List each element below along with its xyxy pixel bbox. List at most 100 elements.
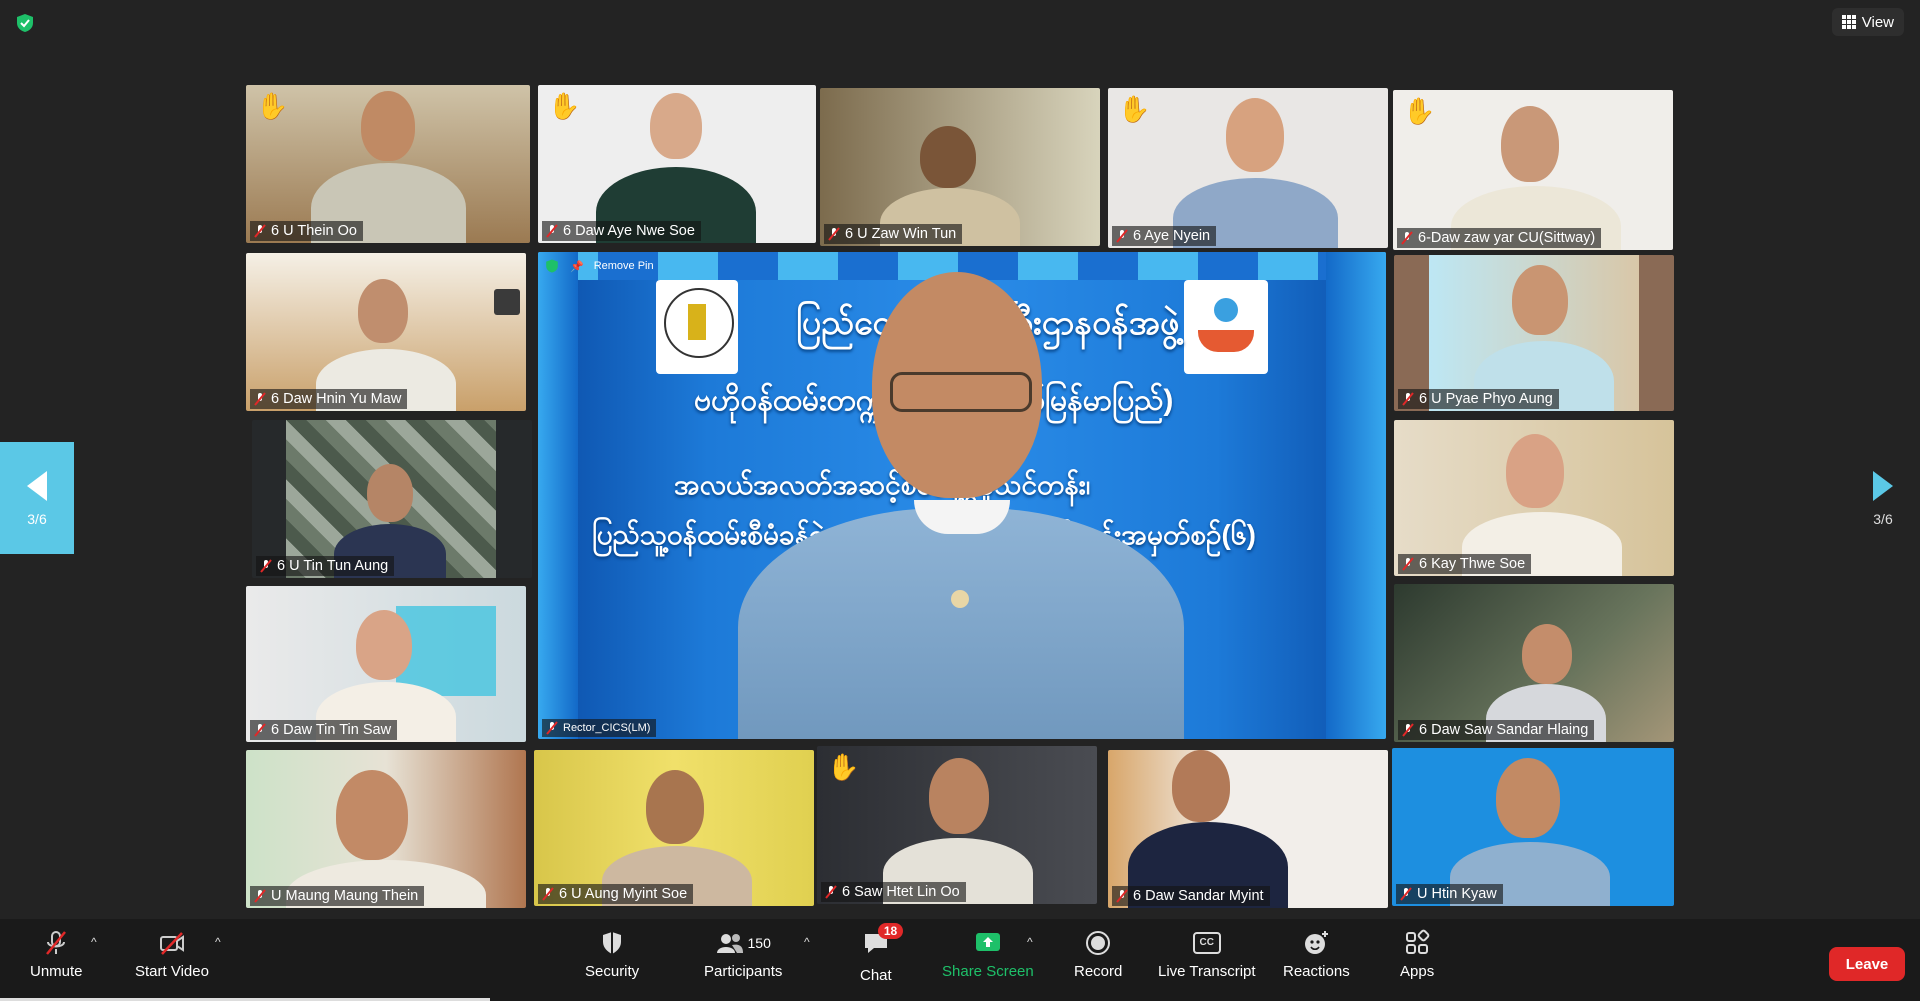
participant-name-tag: 6 Daw Saw Sandar Hlaing [1398,720,1595,740]
participant-name-tag: 6 Daw Sandar Myint [1112,886,1270,906]
muted-mic-icon [254,224,266,238]
raised-hand-icon: ✋ [256,91,289,121]
closed-caption-icon: CC [1192,932,1221,954]
glasses [890,372,1032,412]
page-indicator-right: 3/6 [1873,511,1893,527]
share-screen-button[interactable]: Share Screen [942,929,1034,980]
apps-button[interactable]: Apps [1400,929,1434,980]
video-tile[interactable]: ✋ 6 Daw Aye Nwe Soe [538,85,816,243]
apps-icon [1406,929,1430,954]
video-tile[interactable]: 6 U Pyae Phyo Aung [1394,255,1674,411]
next-page-button[interactable]: 3/6 [1846,442,1920,554]
video-tile[interactable]: 6 U Aung Myint Soe [534,750,814,906]
leave-button[interactable]: Leave [1829,947,1905,981]
record-icon [1086,931,1111,955]
video-tile[interactable]: 6 Daw Tin Tin Saw [246,586,526,742]
participants-button[interactable]: 150 Participants [704,929,782,980]
chat-button[interactable]: 18 Chat [860,923,904,984]
chat-unread-badge: 18 [877,923,904,939]
participant-name-tag: Rector_CICS(LM) [542,719,657,737]
raised-hand-icon: ✋ [827,752,860,782]
video-tile[interactable]: 6 U Tin Tun Aung [252,420,532,578]
video-options-caret-icon[interactable]: ^ [215,935,221,949]
muted-mic-icon [825,885,837,899]
participant-name-tag: 6 Kay Thwe Soe [1398,554,1532,574]
muted-mic-icon [1116,229,1128,243]
raised-hand-icon: ✋ [548,91,581,121]
muted-mic-icon [828,227,840,241]
participant-name-tag: 6 Daw Aye Nwe Soe [542,221,701,241]
video-off-icon [159,932,184,955]
participant-name-tag: 6 U Pyae Phyo Aung [1398,389,1559,409]
participant-name-tag: 6 U Aung Myint Soe [538,884,694,904]
pinned-speaker-tile[interactable]: ပြည်ထောင်စုဝန်ကြီးဌာနဝန်အဖွဲ့ ဗဟိုဝန်ထမ်… [538,252,1386,739]
participants-caret-icon[interactable]: ^ [804,935,810,949]
video-tile[interactable]: U Htin Kyaw [1392,748,1674,906]
muted-mic-icon [1116,889,1128,903]
participant-name-tag: U Maung Maung Thein [250,886,425,906]
muted-mic-icon [254,889,266,903]
video-tile[interactable]: 6 Kay Thwe Soe [1394,420,1674,576]
logo-right [1184,280,1268,374]
video-tile[interactable]: 6 Daw Hnin Yu Maw [246,253,526,411]
participants-icon [716,934,743,953]
arrow-left-icon [27,471,47,501]
raised-hand-icon: ✋ [1118,94,1151,124]
logo-left [656,280,738,374]
shield-icon [546,259,558,273]
muted-mic-icon [546,721,558,735]
raised-hand-icon: ✋ [1403,96,1436,126]
participant-name-tag: 6 U Thein Oo [250,221,363,241]
video-tile[interactable]: U Maung Maung Thein [246,750,526,908]
previous-page-button[interactable]: 3/6 [0,442,74,554]
share-options-caret-icon[interactable]: ^ [1027,935,1033,949]
participant-name-tag: 6 Daw Tin Tin Saw [250,720,398,740]
live-transcript-button[interactable]: CC Live Transcript [1158,929,1256,980]
participant-name-tag: 6 Saw Htet Lin Oo [821,882,966,902]
view-button[interactable]: View [1831,8,1904,36]
muted-mic-icon [1401,231,1413,245]
participant-name-tag: 6 U Zaw Win Tun [824,224,963,244]
participant-name-tag: U Htin Kyaw [1396,884,1503,904]
muted-mic-icon [542,887,554,901]
muted-mic-icon [254,723,266,737]
start-video-button[interactable]: Start Video [135,929,209,980]
muted-mic-icon [260,559,272,573]
view-label: View [1861,13,1894,31]
muted-mic-icon [254,392,266,406]
muted-mic-icon [1402,557,1414,571]
participant-name-tag: 6 Daw Hnin Yu Maw [250,389,408,409]
muted-mic-icon [1402,723,1414,737]
participant-name-tag: 6 Aye Nyein [1112,226,1217,246]
menu-icon[interactable] [494,289,520,315]
remove-pin-label[interactable]: Remove Pin [594,260,654,272]
arrow-right-icon [1873,471,1893,501]
pin-indicator[interactable]: 📌 Remove Pin [544,258,654,274]
video-tile[interactable]: 6 U Zaw Win Tun [820,88,1100,246]
unmute-button[interactable]: Unmute [30,929,83,980]
muted-mic-icon [1400,887,1412,901]
video-tile[interactable]: ✋ 6 U Thein Oo [246,85,530,243]
video-tile[interactable]: ✋ 6-Daw zaw yar CU(Sittway) [1393,90,1673,250]
video-tile[interactable]: 6 Daw Saw Sandar Hlaing [1394,584,1674,742]
banner-line-3: အလယ်အလတ်အဆင့်စီမံခန့်ခွဲမှုသင်တန်း၊ [674,469,1091,500]
participant-name-tag: 6-Daw zaw yar CU(Sittway) [1397,228,1602,248]
video-tile[interactable]: 6 Daw Sandar Myint [1108,750,1388,908]
share-screen-icon [975,933,1000,951]
meeting-toolbar: Unmute ^ Start Video ^ Security 150 Part… [0,919,1920,1001]
pin-icon: 📌 [570,260,584,273]
audio-options-caret-icon[interactable]: ^ [91,935,97,949]
participants-count: 150 [747,935,771,951]
reactions-button[interactable]: Reactions [1283,929,1350,980]
muted-mic-icon [1402,392,1414,406]
video-tile[interactable]: ✋ 6 Saw Htet Lin Oo [817,746,1097,904]
video-tile[interactable]: ✋ 6 Aye Nyein [1108,88,1388,248]
security-shield-icon[interactable] [14,12,36,34]
security-button[interactable]: Security [585,929,639,980]
grid-icon [1841,15,1856,29]
record-button[interactable]: Record [1074,929,1122,980]
page-indicator-left: 3/6 [27,511,47,527]
smiley-icon [1305,931,1329,954]
shield-icon [603,932,622,954]
muted-mic-icon [46,931,67,955]
